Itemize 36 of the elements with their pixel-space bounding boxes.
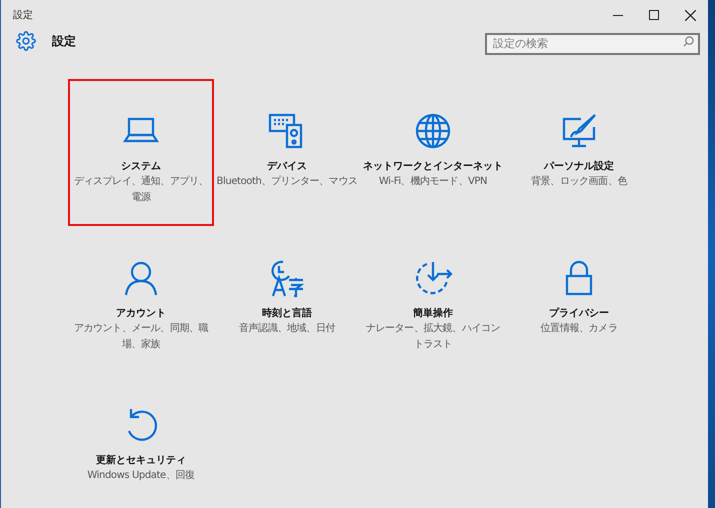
category-description: アカウント、メール、同期、職場、家族 (72, 322, 210, 352)
settings-category[interactable]: 更新とセキュリティ Windows Update、回復 (68, 373, 214, 508)
search-icon (683, 36, 694, 46)
category-description: Windows Update、回復 (87, 469, 195, 483)
category-title: アカウント (116, 307, 166, 321)
close-icon (684, 10, 696, 20)
category-title: デバイス (267, 160, 307, 174)
settings-category[interactable]: デバイス Bluetooth、プリンター、マウス (214, 79, 360, 226)
minimize-icon (613, 14, 623, 16)
settings-category[interactable]: ネットワークとインターネット Wi-Fi、機内モード、VPN (360, 79, 506, 226)
category-title: 更新とセキュリティ (96, 453, 186, 468)
globe-icon (413, 111, 453, 151)
category-description: 音声認識、地域、日付 (238, 322, 335, 336)
settings-category[interactable]: システム ディスプレイ、通知、アプリ、電源 (68, 79, 214, 226)
category-title: 時刻と言語 (262, 306, 312, 321)
category-description: ナレーター、拡大鏡、ハイコントラスト (364, 322, 502, 352)
category-description: 位置情報、カメラ (540, 322, 618, 336)
category-description: Bluetooth、プリンター、マウス (216, 174, 358, 189)
page-title: 設定 (52, 33, 76, 50)
settings-category[interactable]: プライバシー 位置情報、カメラ (506, 226, 652, 373)
settings-icon (16, 31, 36, 51)
category-title: 簡単操作 (413, 306, 453, 321)
settings-category[interactable]: アカウント アカウント、メール、同期、職場、家族 (68, 226, 214, 373)
search-field[interactable]: 設定の検索 (485, 32, 700, 54)
category-title: プライバシー (549, 306, 609, 321)
category-title: パーソナル設定 (544, 159, 614, 174)
category-description: ディスプレイ、通知、アプリ、電源 (72, 174, 210, 205)
window-title: 設定 (13, 8, 33, 22)
category-description: Wi-Fi、機内モード、VPN (378, 174, 488, 189)
maximize-icon (649, 10, 659, 20)
settings-category[interactable]: パーソナル設定 背景、ロック画面、色 (506, 79, 652, 226)
settings-category[interactable]: 時刻と言語 音声認識、地域、日付 (214, 226, 360, 373)
category-title: ネットワークとインターネット (363, 160, 503, 174)
settings-category[interactable]: 簡単操作 ナレーター、拡大鏡、ハイコントラスト (360, 226, 506, 373)
category-description: 背景、ロック画面、色 (530, 174, 627, 189)
category-title: システム (121, 160, 161, 174)
